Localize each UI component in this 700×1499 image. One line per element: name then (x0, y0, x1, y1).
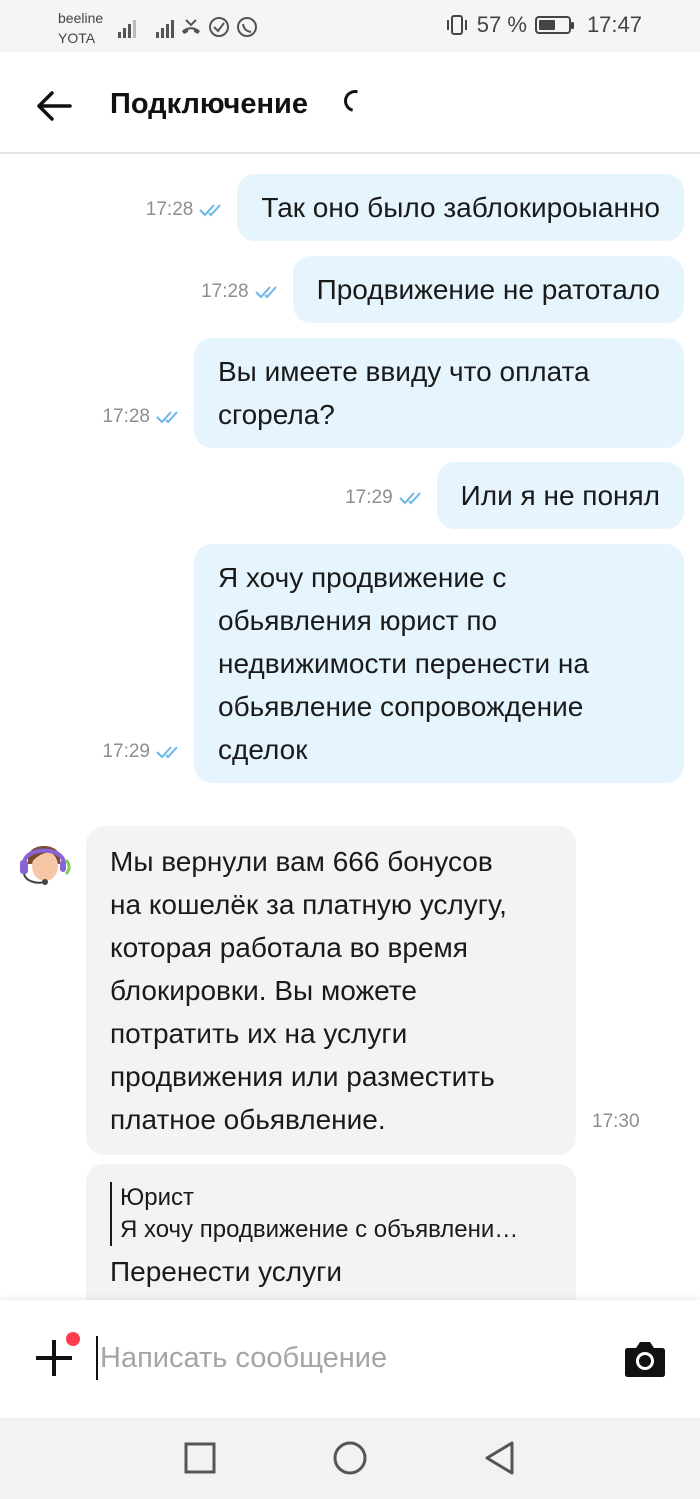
message-list[interactable]: 17:28 Так оно было заблокироыанно 17:28 … (0, 156, 700, 1300)
message-input[interactable] (96, 1336, 596, 1380)
message-time: 17:28 (145, 199, 194, 220)
recent-apps-icon[interactable] (182, 1440, 218, 1476)
message-text: сгорела? (218, 399, 335, 430)
missed-call-icon (182, 19, 200, 34)
read-ticks-icon (398, 492, 421, 505)
quote-author: Юрист (120, 1184, 194, 1211)
message-time: 17:30 (592, 1111, 640, 1132)
message-text: Продвижение не ратотало (316, 274, 660, 305)
battery-percent: 57 % (476, 12, 527, 37)
signal-icon (118, 16, 136, 38)
message-text: Я хочу продвижение с (218, 562, 507, 593)
carrier-2: YOTA (58, 30, 96, 46)
message-text: Или я не понял (460, 480, 660, 511)
message-time: 17:29 (102, 741, 150, 762)
message-in-reply[interactable]: Юрист Я хочу продвижение с объявлени… Пе… (86, 1164, 576, 1300)
status-icons (118, 14, 258, 38)
read-ticks-icon (199, 204, 222, 217)
whatsapp-icon (237, 17, 257, 37)
message-out[interactable]: 17:28 Так оно было заблокироыанно (146, 174, 684, 241)
message-out[interactable]: 17:29 Или я не понял (345, 462, 684, 529)
message-meta: 17:28 (102, 406, 184, 428)
signal-icon (156, 16, 174, 38)
message-meta: 17:28 (201, 281, 283, 303)
read-ticks-icon (254, 286, 277, 299)
message-time: 17:29 (345, 487, 393, 508)
message-text: недвижимости перенести на (218, 648, 589, 679)
system-nav-bar (0, 1418, 700, 1499)
message-out[interactable]: 17:29 Я хочу продвижение с обьявления юр… (102, 544, 684, 783)
message-text: Мы вернули вам 666 бонусов (110, 846, 493, 877)
message-bubble: Продвижение не ратотало (292, 256, 684, 323)
message-text: потратить их на услуги (110, 1018, 408, 1049)
status-bar: beeline YOTA 57 % 17:47 (0, 0, 700, 52)
message-text: Перенести услуги (110, 1256, 342, 1287)
message-text: Вы имеете ввиду что оплата (218, 356, 590, 387)
message-bubble: Или я не понял (436, 462, 684, 529)
check-circle-icon (209, 17, 229, 37)
message-bubble: Юрист Я хочу продвижение с объявлени… Пе… (86, 1164, 576, 1300)
read-ticks-icon (156, 746, 178, 759)
clock: 17:47 (586, 12, 642, 37)
message-text: на кошелёк за платную услугу, (110, 889, 507, 920)
message-in[interactable]: Мы вернули вам 666 бонусов на кошелёк за… (86, 826, 640, 1155)
message-bubble: Вы имеете ввиду что оплата сгорела? (194, 338, 684, 448)
message-meta: 17:29 (102, 741, 184, 763)
chat-header: Подключение (0, 52, 700, 154)
message-composer (0, 1300, 700, 1418)
vibrate-icon (446, 15, 467, 35)
message-time: 17:28 (102, 406, 150, 427)
quoted-message[interactable]: Юрист Я хочу продвижение с объявлени… (110, 1182, 552, 1246)
message-text: обьявление сопровождение (218, 691, 584, 722)
message-text: блокировки. Вы можете (110, 975, 417, 1006)
arrow-left-icon[interactable] (34, 86, 74, 126)
message-bubble: Я хочу продвижение с обьявления юрист по… (194, 544, 684, 783)
message-bubble: Мы вернули вам 666 бонусов на кошелёк за… (86, 826, 576, 1155)
notification-dot (66, 1332, 80, 1346)
message-out[interactable]: 17:28 Продвижение не ратотало (201, 256, 684, 323)
message-text: сделок (218, 734, 308, 765)
read-ticks-icon (156, 411, 178, 424)
camera-icon[interactable] (624, 1338, 666, 1378)
status-right: 57 % 17:47 (445, 12, 642, 38)
message-text: продвижения или разместить (110, 1061, 495, 1092)
loading-spinner-icon (339, 85, 371, 117)
home-icon[interactable] (332, 1440, 368, 1476)
message-text: обьявления юрист по (218, 605, 498, 636)
plus-icon[interactable] (36, 1340, 72, 1376)
message-meta: 17:30 (592, 1111, 640, 1133)
quote-text: Я хочу продвижение с объявлени… (120, 1216, 519, 1243)
page-title: Подключение (110, 88, 308, 120)
message-time: 17:28 (201, 281, 249, 302)
message-bubble: Так оно было заблокироыанно (237, 174, 684, 241)
message-out[interactable]: 17:28 Вы имеете ввиду что оплата сгорела… (102, 338, 684, 448)
back-nav-icon[interactable] (482, 1440, 518, 1476)
message-text: которая работала во время (110, 932, 468, 963)
message-text: Так оно было заблокироыанно (261, 192, 660, 223)
carrier-info: beeline YOTA (58, 8, 103, 48)
carrier-1: beeline (58, 10, 104, 26)
battery-icon (534, 16, 574, 34)
message-meta: 17:29 (345, 487, 427, 509)
message-text: платное обьявление. (110, 1104, 386, 1135)
message-meta: 17:28 (146, 199, 228, 221)
support-avatar[interactable] (16, 834, 72, 890)
